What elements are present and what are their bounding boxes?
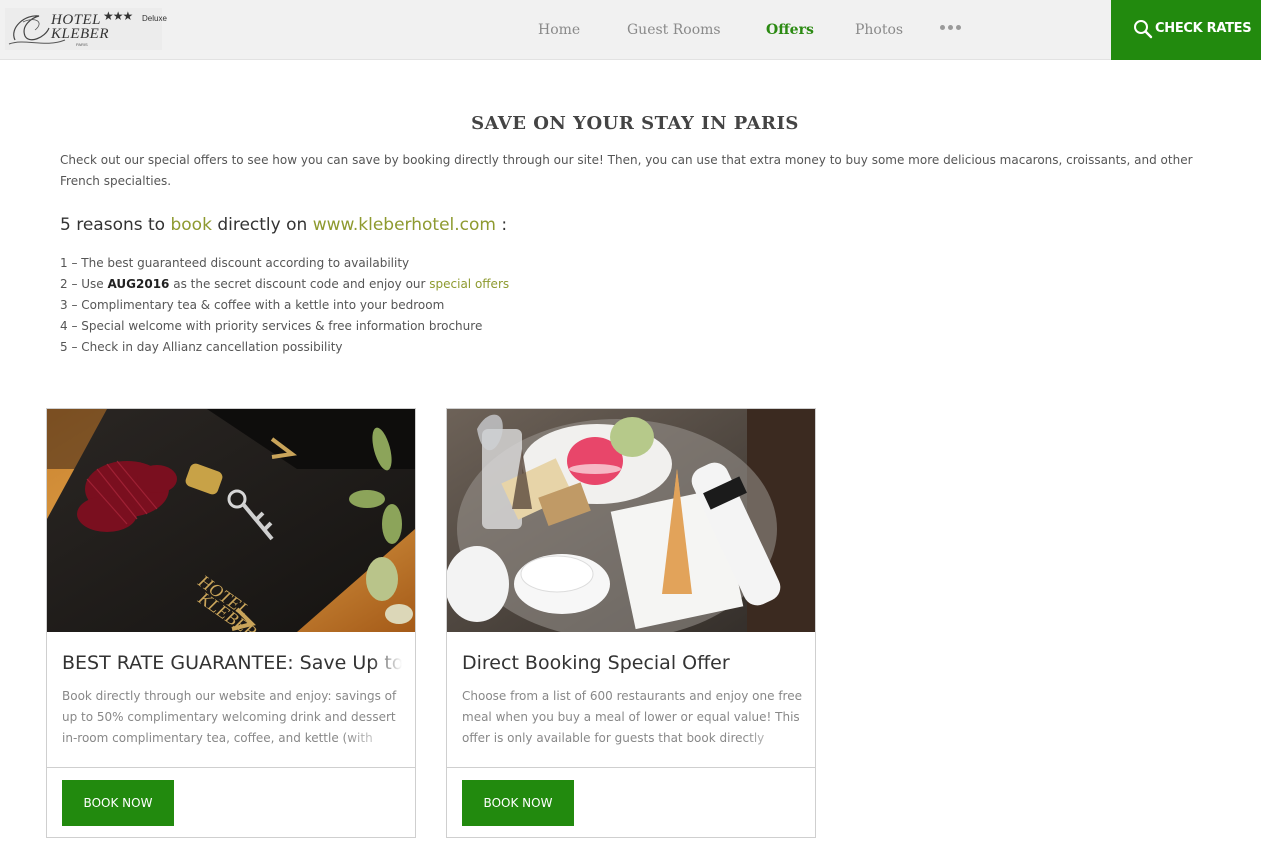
reason-item: 2 – Use AUG2016 as the secret discount c… [60, 274, 509, 295]
discount-code: AUG2016 [107, 277, 170, 291]
nav-item-guest-rooms[interactable]: Guest Rooms [627, 22, 721, 38]
logo-line-1: HOTEL [51, 12, 102, 28]
reason-item: 3 – Complimentary tea & coffee with a ke… [60, 298, 445, 312]
reasons-heading: 5 reasons to book directly on www.kleber… [60, 215, 507, 235]
reasons-heading-suffix: : [495, 215, 508, 235]
nav-item-home[interactable]: Home [538, 22, 580, 38]
logo-deluxe: Deluxe [142, 14, 167, 23]
reason-2-middle: as the secret discount code and enjoy ou… [169, 277, 430, 291]
check-rates-label: CHECK RATES [1155, 21, 1252, 36]
reason-item: 1 – The best guaranteed discount accordi… [60, 256, 410, 270]
reason-item: 4 – Special welcome with priority servic… [60, 319, 483, 333]
site-header: HOTEL KLEBER ★★★ Deluxe PARIS Home Guest… [0, 0, 1261, 60]
offer-photo-breakfast-tray[interactable] [447, 409, 815, 632]
offer-title[interactable]: BEST RATE GUARANTEE: Save Up to [62, 652, 402, 674]
offer-title[interactable]: Direct Booking Special Offer [462, 652, 802, 674]
logo-hotel-name: HOTEL KLEBER [51, 12, 109, 42]
offer-description: Book directly through our website and en… [62, 686, 402, 751]
reason-2-prefix: 2 – Use [60, 277, 108, 291]
check-rates-button[interactable]: CHECK RATES [1111, 0, 1261, 60]
logo-city: PARIS [76, 42, 88, 47]
book-now-button[interactable]: BOOK NOW [62, 780, 174, 826]
reasons-heading-prefix: 5 reasons to [60, 215, 171, 235]
offer-card-best-rate: HOTEL KLEBER BEST RATE GUARANTEE: Save U… [46, 408, 416, 838]
special-offers-link[interactable]: special offers [429, 277, 509, 291]
reasons-list: 1 – The best guaranteed discount accordi… [60, 253, 509, 358]
reasons-heading-middle: directly on [211, 215, 313, 235]
book-link[interactable]: book [170, 215, 211, 235]
intro-paragraph: Check out our special offers to see how … [60, 153, 1193, 188]
hotel-logo[interactable]: HOTEL KLEBER ★★★ Deluxe PARIS [5, 8, 167, 50]
card-divider [47, 767, 415, 768]
offer-photo-room-key[interactable]: HOTEL KLEBER [47, 409, 415, 632]
offer-description: Choose from a list of 600 restaurants an… [462, 686, 802, 751]
logo-line-2: KLEBER [51, 26, 109, 42]
more-dots-icon[interactable] [940, 23, 964, 33]
book-now-button[interactable]: BOOK NOW [462, 780, 574, 826]
search-icon [1134, 20, 1153, 39]
reason-item: 5 – Check in day Allianz cancellation po… [60, 340, 343, 354]
nav-item-photos[interactable]: Photos [855, 22, 903, 38]
offer-card-direct-booking: Direct Booking Special Offer Choose from… [446, 408, 816, 838]
nav-item-offers[interactable]: Offers [766, 22, 814, 38]
website-link[interactable]: www.kleberhotel.com [313, 215, 496, 235]
card-divider [447, 767, 815, 768]
page-title: SAVE ON YOUR STAY IN PARIS [471, 113, 799, 134]
logo-stars: ★★★ [103, 9, 133, 23]
